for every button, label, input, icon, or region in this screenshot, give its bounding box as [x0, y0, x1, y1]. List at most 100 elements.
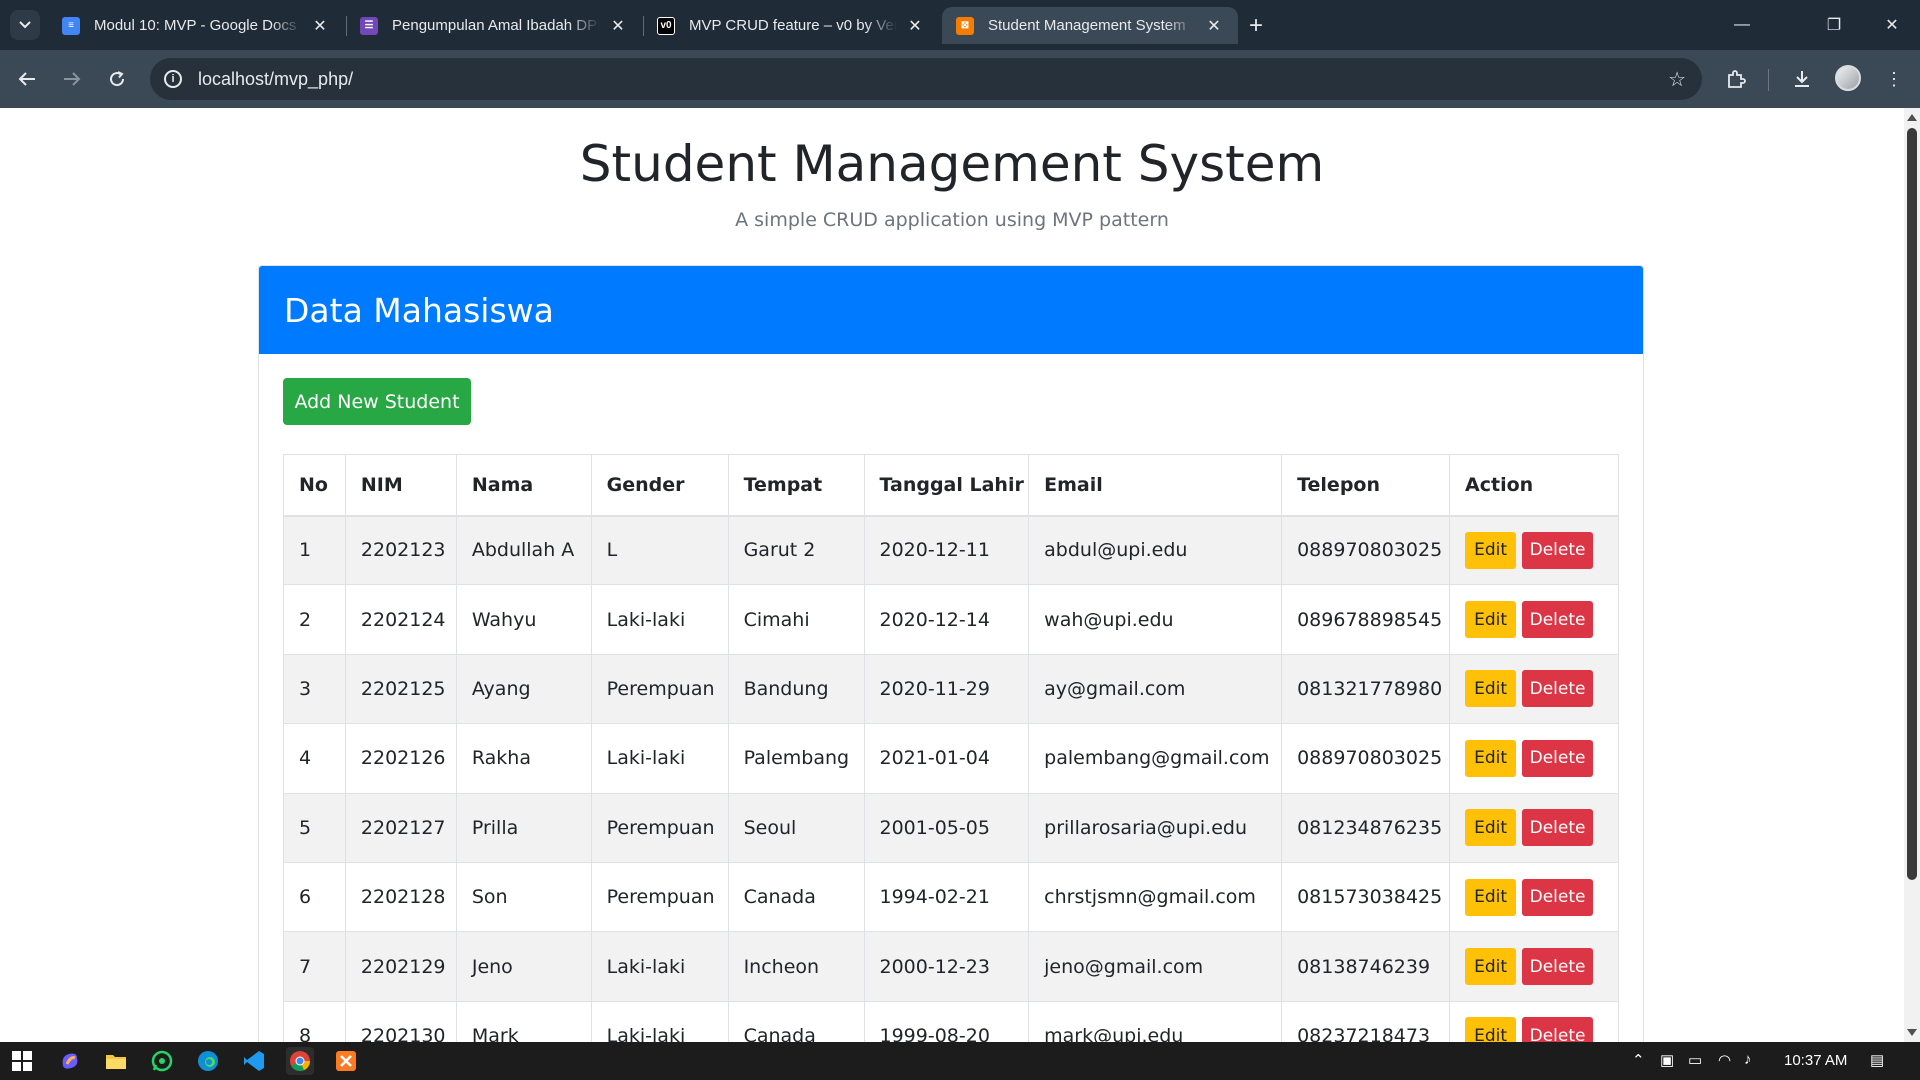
v0-icon: v0 — [657, 16, 675, 35]
edit-button[interactable]: Edit — [1465, 878, 1517, 916]
close-icon[interactable]: ✕ — [905, 16, 925, 36]
file-explorer-icon[interactable] — [102, 1047, 130, 1075]
close-icon[interactable]: ✕ — [608, 16, 628, 36]
cell-gender: L — [590, 514, 729, 586]
cell-nama: Mark — [455, 1000, 592, 1042]
bookmark-star-icon[interactable]: ☆ — [1668, 67, 1686, 92]
wifi-icon[interactable]: ◠ — [1718, 1051, 1731, 1069]
puzzle-icon — [1728, 70, 1746, 88]
delete-button[interactable]: Delete — [1522, 1017, 1594, 1042]
chrome-icon[interactable] — [286, 1047, 314, 1075]
extensions-icon[interactable] — [1720, 63, 1752, 95]
cell-nama: Prilla — [455, 792, 592, 863]
edit-button[interactable]: Edit — [1465, 1017, 1517, 1042]
close-icon[interactable]: ✕ — [310, 16, 330, 36]
tab-google-forms[interactable]: ☰ Pengumpulan Amal Ibadah DPD ✕ — [346, 7, 642, 44]
new-tab-button[interactable]: + — [1242, 12, 1270, 40]
xampp-taskbar-icon[interactable] — [332, 1047, 360, 1075]
address-bar[interactable]: i localhost/mvp_php/ ☆ — [150, 58, 1702, 100]
delete-button[interactable]: Delete — [1522, 878, 1594, 916]
edit-button[interactable]: Edit — [1465, 948, 1517, 986]
cell-nim: 2202123 — [344, 514, 457, 586]
minimize-button[interactable]: — — [1714, 0, 1770, 50]
toolbar-divider — [1768, 69, 1769, 91]
scrollbar-thumb[interactable] — [1907, 128, 1917, 880]
table-header-row: No NIM Nama Gender Tempat Tanggal Lahir … — [283, 454, 1619, 517]
tab-title: Pengumpulan Amal Ibadah DPD — [392, 17, 600, 34]
delete-button[interactable]: Delete — [1522, 948, 1594, 986]
page-title: Student Management System — [579, 135, 1325, 193]
restore-button[interactable]: ❐ — [1806, 0, 1862, 50]
delete-button[interactable]: Delete — [1522, 809, 1594, 847]
vscode-icon[interactable] — [240, 1047, 268, 1075]
cell-gender: Perempuan — [590, 653, 729, 725]
tab-student-management[interactable]: ⊠ Student Management System ✕ — [942, 7, 1238, 44]
column-header-tanggal-lahir: Tanggal Lahir — [863, 454, 1030, 517]
cell-tempat: Canada — [727, 1000, 865, 1042]
url-text: localhost/mvp_php/ — [198, 68, 354, 89]
camera-icon[interactable]: ▣ — [1660, 1051, 1674, 1069]
windows-start-icon[interactable] — [8, 1047, 36, 1075]
battery-icon[interactable]: ▭ — [1688, 1051, 1702, 1069]
menu-icon[interactable]: ⋮ — [1878, 63, 1910, 95]
close-icon[interactable]: ✕ — [1204, 16, 1224, 36]
scroll-up-arrow-icon[interactable] — [1907, 114, 1917, 121]
cell-email: jeno@gmail.com — [1028, 931, 1283, 1002]
cell-no: 7 — [283, 931, 346, 1002]
cell-gender: Laki-laki — [590, 931, 729, 1002]
cell-tanggal-lahir: 2000-12-23 — [863, 931, 1030, 1002]
reload-button[interactable] — [101, 63, 133, 95]
cell-nama: Rakha — [455, 723, 592, 794]
reload-icon — [110, 71, 125, 87]
column-header-nim: NIM — [344, 454, 457, 517]
downloads-icon[interactable] — [1786, 63, 1818, 95]
taskbar: ⌃ ▣ ▭ ◠ ♪ 10:37 AM ▤ — [0, 1042, 1920, 1080]
edit-button[interactable]: Edit — [1465, 739, 1517, 777]
cell-email: chrstjsmn@gmail.com — [1028, 861, 1283, 933]
profile-avatar[interactable] — [1835, 65, 1861, 91]
copilot-icon[interactable] — [56, 1047, 84, 1075]
notification-icon[interactable]: ▤ — [1870, 1051, 1884, 1069]
cell-telepon: 088970803025 — [1281, 723, 1451, 794]
close-window-button[interactable]: ✕ — [1864, 0, 1920, 50]
arrow-left-icon — [18, 72, 35, 86]
edit-button[interactable]: Edit — [1465, 809, 1517, 847]
tab-title: Modul 10: MVP - Google Docs — [94, 17, 297, 34]
tab-search-button[interactable] — [10, 10, 40, 40]
whatsapp-icon[interactable] — [148, 1047, 176, 1075]
edit-button[interactable]: Edit — [1465, 601, 1517, 639]
cell-email: mark@upi.edu — [1028, 1000, 1283, 1042]
scroll-down-arrow-icon[interactable] — [1907, 1029, 1917, 1036]
cell-telepon: 081234876235 — [1281, 792, 1451, 863]
add-student-button[interactable]: Add New Student — [283, 378, 471, 425]
cell-tanggal-lahir: 2020-11-29 — [863, 653, 1030, 725]
page-scrollbar[interactable] — [1904, 108, 1920, 1042]
back-button[interactable] — [11, 63, 43, 95]
taskbar-clock[interactable]: 10:37 AM — [1784, 1052, 1847, 1069]
cell-tempat: Cimahi — [727, 584, 865, 655]
cell-gender: Laki-laki — [590, 1000, 729, 1042]
site-info-icon[interactable]: i — [164, 70, 182, 88]
edit-button[interactable]: Edit — [1465, 531, 1517, 569]
cell-nim: 2202126 — [344, 723, 457, 794]
cell-nama: Wahyu — [455, 584, 592, 655]
column-header-gender: Gender — [590, 454, 729, 517]
edge-browser-icon[interactable] — [194, 1047, 222, 1075]
cell-nama: Son — [455, 861, 592, 933]
chevron-up-icon[interactable]: ⌃ — [1632, 1051, 1645, 1069]
delete-button[interactable]: Delete — [1522, 531, 1594, 569]
tab-google-docs[interactable]: ≡ Modul 10: MVP - Google Docs ✕ — [48, 7, 344, 44]
column-header-telepon: Telepon — [1281, 454, 1451, 517]
edit-button[interactable]: Edit — [1465, 670, 1517, 708]
cell-tanggal-lahir: 1999-08-20 — [863, 1000, 1030, 1042]
tab-v0-vercel[interactable]: v0 MVP CRUD feature – v0 by Vercel ✕ — [643, 7, 939, 44]
google-docs-icon: ≡ — [62, 16, 80, 35]
cell-email: palembang@gmail.com — [1028, 723, 1283, 794]
delete-button[interactable]: Delete — [1522, 601, 1594, 639]
forward-button[interactable] — [56, 63, 88, 95]
table-row: 1 2202123 Abdullah A L Garut 2 2020-12-1… — [283, 514, 1619, 586]
delete-button[interactable]: Delete — [1522, 670, 1594, 708]
cell-nama: Ayang — [455, 653, 592, 725]
speaker-icon[interactable]: ♪ — [1744, 1051, 1752, 1068]
delete-button[interactable]: Delete — [1522, 739, 1594, 777]
